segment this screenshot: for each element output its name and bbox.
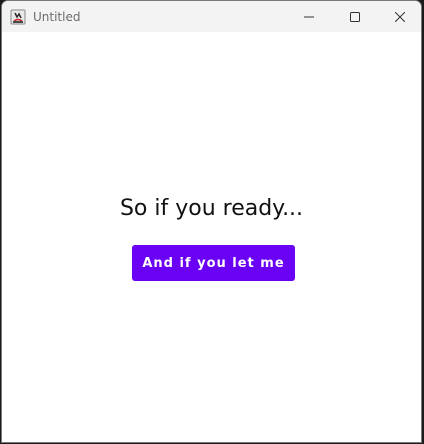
content-area: So if you ready... And if you let me (2, 32, 421, 442)
heading-text: So if you ready... (119, 196, 304, 221)
maximize-button[interactable] (332, 1, 378, 32)
app-window: Untitled So if you ready... And if you l… (1, 0, 422, 443)
close-button[interactable] (377, 1, 421, 32)
maximize-icon (350, 11, 360, 22)
let-me-button[interactable]: And if you let me (132, 245, 295, 281)
minimize-button[interactable] (286, 1, 332, 32)
minimize-icon (304, 16, 314, 17)
title-bar[interactable]: Untitled (2, 1, 421, 32)
java-app-icon[interactable] (10, 9, 26, 25)
window-title: Untitled (33, 10, 81, 24)
close-icon (395, 11, 405, 22)
